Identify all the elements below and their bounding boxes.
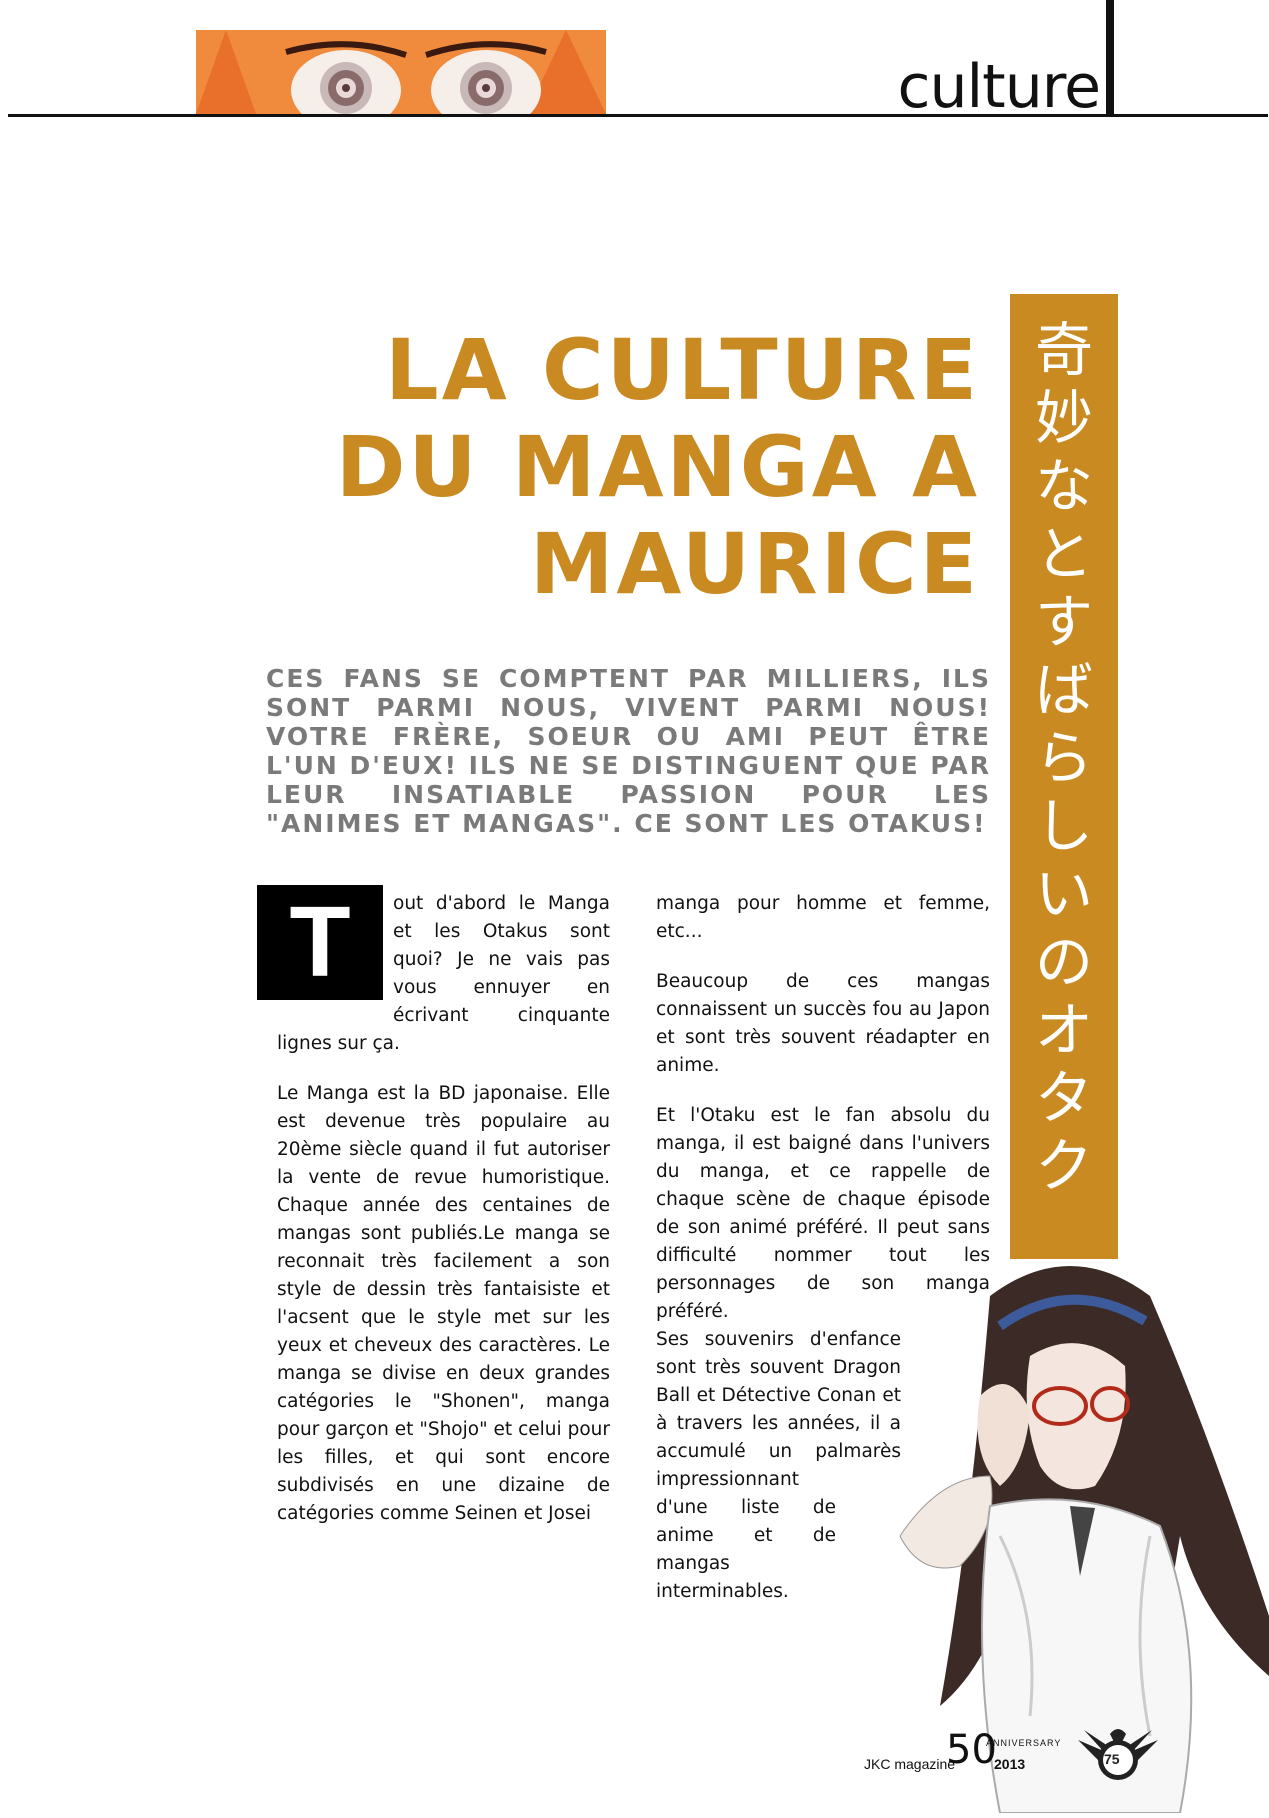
- header-vertical-bar: [1106, 0, 1114, 116]
- paragraph: manga pour homme et femme, etc...: [656, 893, 990, 942]
- paragraph: Tout d'abord le Manga et les Otakus sont…: [257, 885, 610, 1058]
- manga-girl-illustration: [880, 1236, 1269, 1814]
- paragraph: Beaucoup de ces mangas connaissent un su…: [656, 971, 990, 1076]
- article-title: LA CULTURE DU MANGA A MAURICE: [335, 321, 980, 613]
- school-crest-icon: 75: [1078, 1722, 1158, 1786]
- paragraph-text-wrap: d'une liste de anime et de mangas interm…: [656, 1497, 836, 1602]
- footer-year: 2013: [994, 1756, 1026, 1772]
- crest-number: 75: [1104, 1751, 1120, 1767]
- drop-cap: T: [257, 885, 383, 1000]
- footer-anniversary-number: 50: [946, 1727, 997, 1773]
- paragraph: Le Manga est la BD japonaise. Elle est d…: [277, 1083, 610, 1524]
- section-label: culture: [897, 52, 1101, 122]
- japanese-vertical-text: 奇妙なとすばらしいのオタク: [1034, 316, 1093, 1200]
- japanese-sidebar-band: 奇妙なとすばらしいのオタク: [1010, 294, 1118, 1259]
- header-manga-eyes-art: [196, 30, 606, 114]
- body-column-1: Tout d'abord le Manga et les Otakus sont…: [257, 885, 610, 1550]
- footer-magazine-name: JKC magazine: [864, 1756, 956, 1772]
- paragraph-text-wrap: Ses souvenirs d'enfance sont très souven…: [656, 1329, 901, 1490]
- footer-anniversary-label: ANNIVERSARY: [986, 1738, 1062, 1748]
- article-intro: Ces fans se comptent par milliers, ils s…: [266, 664, 991, 838]
